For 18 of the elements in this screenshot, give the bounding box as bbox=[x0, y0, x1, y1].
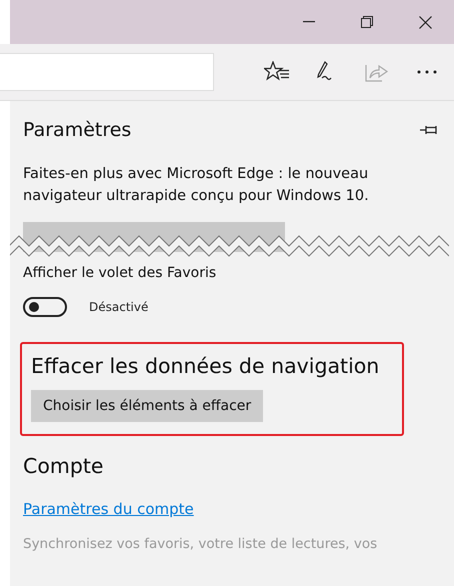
clear-data-button[interactable]: Choisir les éléments à effacer bbox=[31, 390, 264, 422]
sync-text: Synchronisez vos favoris, votre liste de lectures, vos bbox=[23, 536, 378, 552]
more-icon[interactable] bbox=[417, 70, 437, 74]
minimize-icon[interactable] bbox=[303, 21, 315, 23]
favorites-icon[interactable] bbox=[264, 61, 290, 83]
account-settings-link[interactable]: Paramètres du compte bbox=[23, 500, 194, 518]
section-heading: Compte bbox=[23, 454, 104, 478]
close-icon[interactable] bbox=[418, 16, 432, 28]
share-icon bbox=[365, 62, 389, 82]
address-field[interactable] bbox=[0, 53, 214, 91]
section-heading: Effacer les données de navigation bbox=[31, 354, 380, 378]
panel-title: Paramètres bbox=[23, 119, 132, 141]
restore-icon[interactable] bbox=[361, 16, 373, 28]
toggle-state: Désactivé bbox=[89, 300, 148, 314]
promo-text: Faites-en plus avec Microsoft Edge : le nouveau navigateur ultrarapide conçu pour Windows 10. bbox=[23, 165, 370, 206]
setting-label: Afficher le volet des Favoris bbox=[23, 265, 218, 281]
toggle-switch[interactable] bbox=[23, 297, 67, 317]
pin-icon[interactable] bbox=[420, 125, 438, 135]
